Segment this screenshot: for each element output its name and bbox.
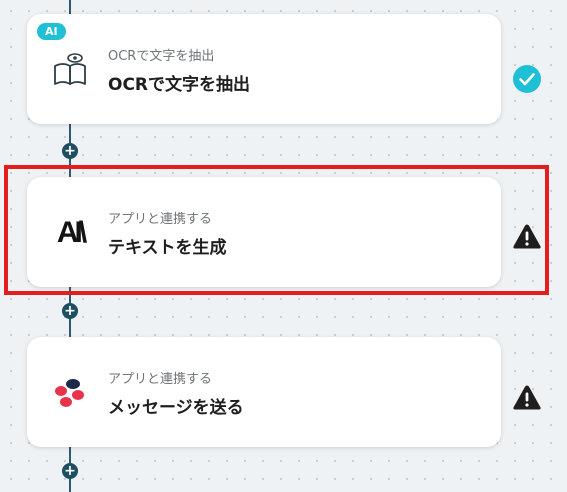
step-title: メッセージを送る	[108, 398, 244, 418]
add-step-button[interactable]: +	[62, 143, 78, 159]
open-book-eye-icon	[51, 51, 89, 89]
step-subtitle: アプリと連携する	[108, 372, 213, 387]
step-title: テキストを生成	[108, 238, 227, 258]
anthropic-logo-icon: AI\	[56, 216, 87, 249]
ai-badge: AI	[37, 23, 66, 40]
add-step-button[interactable]: +	[62, 303, 78, 319]
step-subtitle: アプリと連携する	[108, 212, 213, 227]
chatwork-logo-icon	[51, 374, 89, 412]
flow-step-ocr[interactable]: AI OCRで文字を抽出 OCRで文字を抽出	[27, 14, 501, 124]
flow-step-send-message[interactable]: アプリと連携する メッセージを送る	[27, 337, 501, 447]
step-title: OCRで文字を抽出	[108, 75, 251, 95]
check-icon	[512, 64, 542, 94]
warning-icon	[512, 383, 542, 413]
flow-connector	[69, 0, 71, 14]
flow-step-generate-text[interactable]: AI\ アプリと連携する テキストを生成	[27, 177, 501, 287]
add-step-button[interactable]: +	[62, 463, 78, 479]
step-subtitle: OCRで文字を抽出	[108, 49, 215, 64]
warning-icon	[512, 222, 542, 252]
